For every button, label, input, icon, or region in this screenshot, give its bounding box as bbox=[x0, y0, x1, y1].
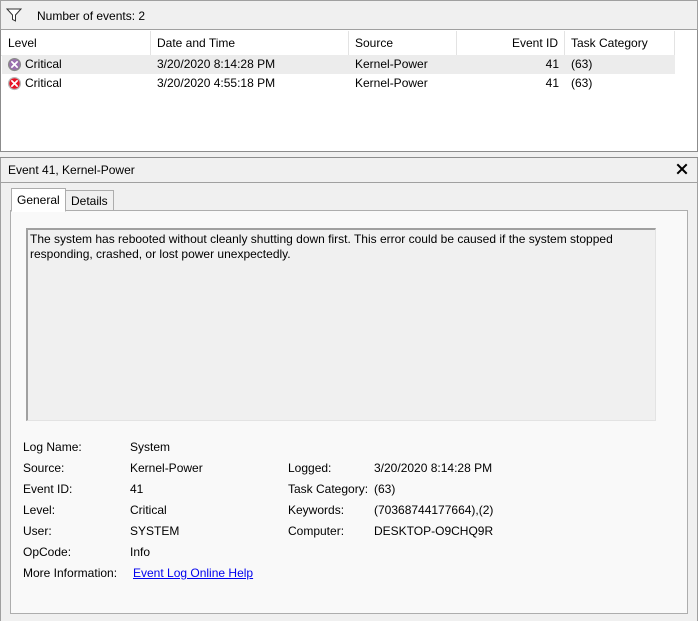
event-count-label: Number of events: 2 bbox=[37, 9, 146, 23]
computer-value: DESKTOP-O9CHQ9R bbox=[374, 524, 494, 538]
tab-details[interactable]: Details bbox=[65, 190, 114, 212]
general-tab-content: The system has rebooted without cleanly … bbox=[10, 210, 688, 614]
cell-source: Kernel-Power bbox=[355, 57, 428, 71]
more-info-label: More Information: bbox=[23, 566, 118, 580]
keywords-label: Keywords: bbox=[288, 503, 345, 517]
level-value: Critical bbox=[130, 503, 167, 517]
cell-task-category: (63) bbox=[571, 57, 593, 71]
cell-task-category: (63) bbox=[571, 76, 593, 90]
level-label: Level: bbox=[23, 503, 56, 517]
critical-icon bbox=[7, 57, 22, 72]
title-divider bbox=[1, 182, 697, 183]
source-value: Kernel-Power bbox=[130, 461, 203, 475]
opcode-label: OpCode: bbox=[23, 545, 72, 559]
event-description[interactable]: The system has rebooted without cleanly … bbox=[26, 228, 656, 421]
cell-level: Critical bbox=[25, 76, 62, 90]
column-header-level[interactable]: Level bbox=[2, 31, 151, 55]
source-label: Source: bbox=[23, 461, 65, 475]
column-header-date-time[interactable]: Date and Time bbox=[151, 31, 349, 55]
cell-date-time: 3/20/2020 4:55:18 PM bbox=[157, 76, 276, 90]
user-label: User: bbox=[23, 524, 52, 538]
logged-value: 3/20/2020 8:14:28 PM bbox=[374, 461, 493, 475]
keywords-value: (70368744177664),(2) bbox=[374, 503, 494, 517]
cell-source: Kernel-Power bbox=[355, 76, 428, 90]
filter-bar: Number of events: 2 bbox=[0, 0, 698, 30]
table-row[interactable]: Critical 3/20/2020 4:55:18 PM Kernel-Pow… bbox=[2, 74, 675, 93]
task-category-label: Task Category: bbox=[288, 482, 369, 496]
cell-level: Critical bbox=[25, 57, 62, 71]
tab-general[interactable]: General bbox=[11, 188, 66, 212]
column-header-event-id[interactable]: Event ID bbox=[457, 31, 565, 55]
filter-icon[interactable] bbox=[6, 7, 22, 23]
close-icon[interactable] bbox=[675, 162, 689, 176]
critical-icon bbox=[7, 76, 22, 91]
task-category-value: (63) bbox=[374, 482, 396, 496]
event-details-pane: Event 41, Kernel-Power General Details T… bbox=[0, 158, 698, 621]
cell-date-time: 3/20/2020 8:14:28 PM bbox=[157, 57, 276, 71]
table-row[interactable]: Critical 3/20/2020 8:14:28 PM Kernel-Pow… bbox=[2, 55, 675, 74]
opcode-value: Info bbox=[130, 545, 151, 559]
computer-label: Computer: bbox=[288, 524, 345, 538]
event-id-label: Event ID: bbox=[23, 482, 73, 496]
event-id-value: 41 bbox=[130, 482, 144, 496]
column-header-source[interactable]: Source bbox=[349, 31, 457, 55]
logged-label: Logged: bbox=[288, 461, 332, 475]
cell-event-id: 41 bbox=[545, 57, 559, 71]
event-log-help-link[interactable]: Event Log Online Help bbox=[133, 566, 253, 580]
details-title: Event 41, Kernel-Power bbox=[8, 163, 135, 177]
cell-event-id: 41 bbox=[545, 76, 559, 90]
column-header-task-category[interactable]: Task Category bbox=[565, 31, 675, 55]
events-table: Level Date and Time Source Event ID Task… bbox=[0, 30, 698, 152]
user-value: SYSTEM bbox=[130, 524, 180, 538]
log-name-value: System bbox=[130, 440, 171, 454]
log-name-label: Log Name: bbox=[23, 440, 82, 454]
